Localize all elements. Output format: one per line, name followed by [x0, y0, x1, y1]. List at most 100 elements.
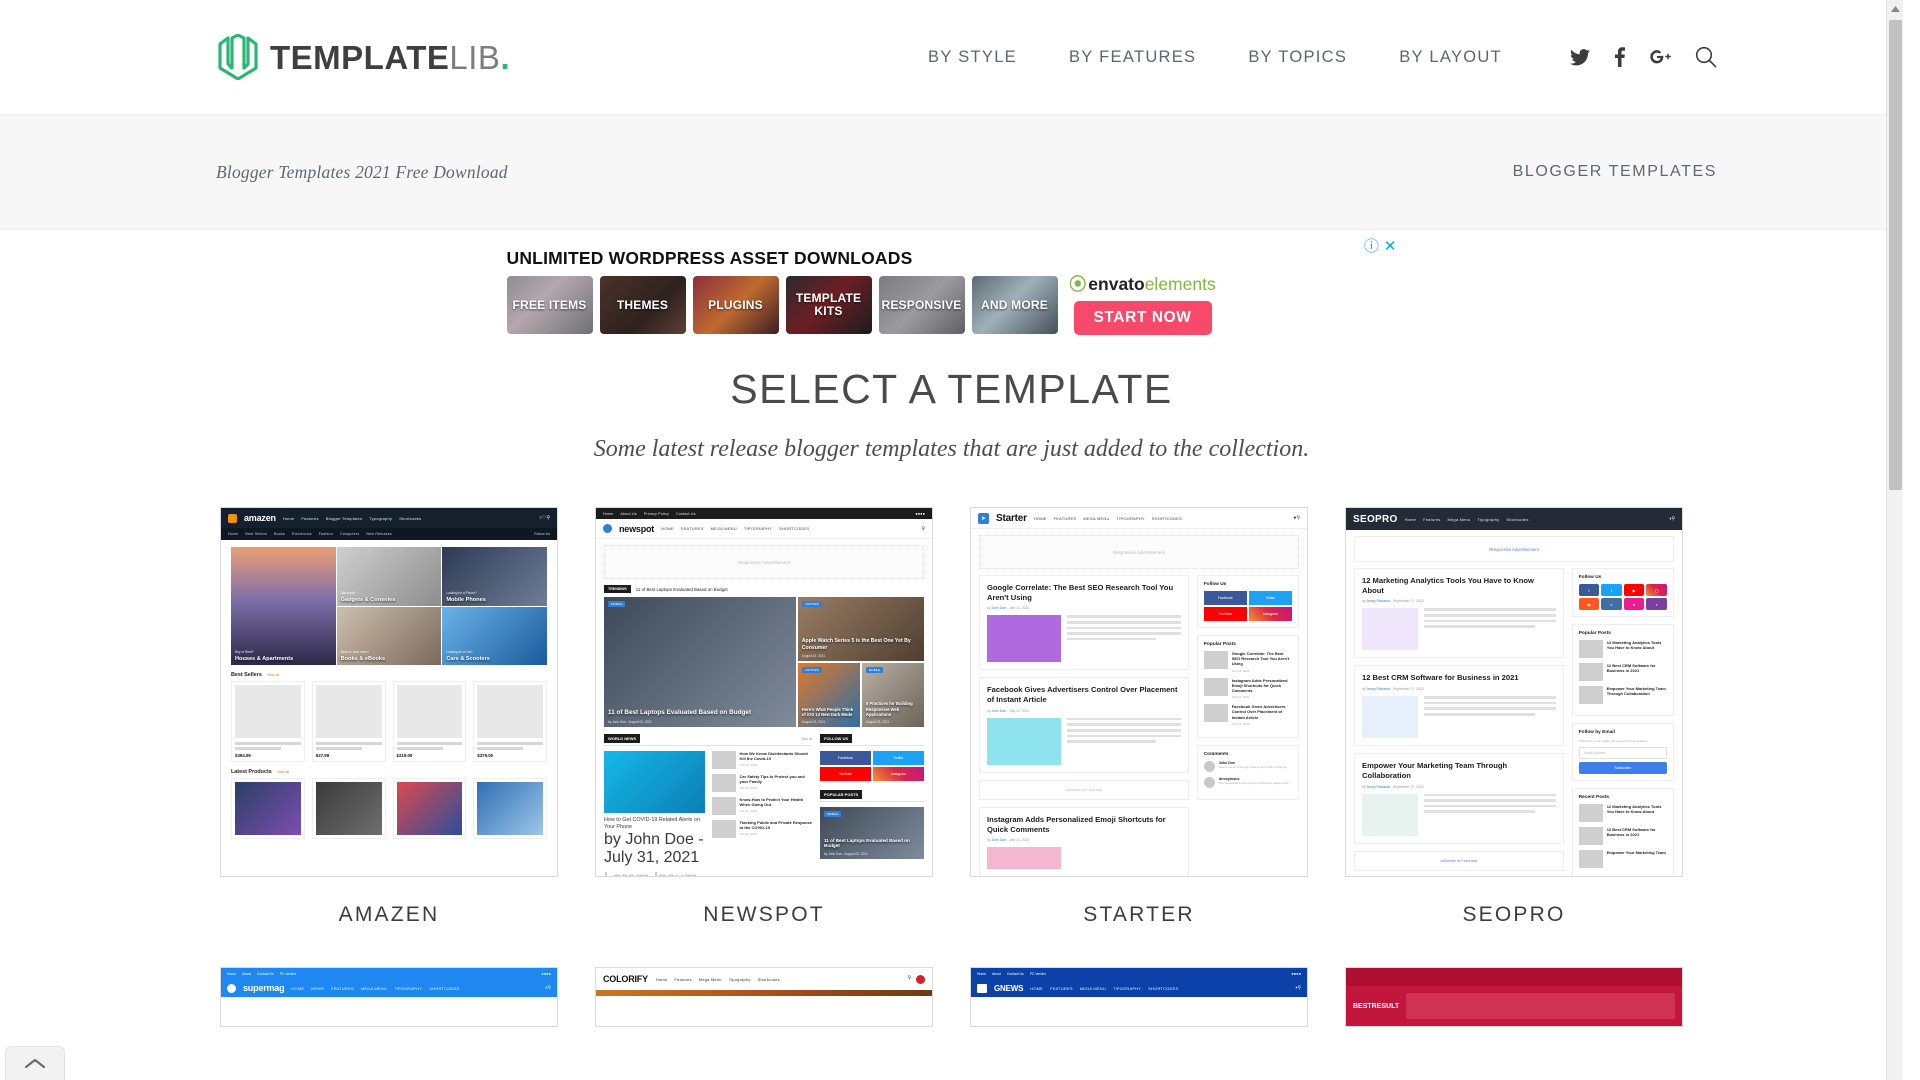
ad-tile-and-more[interactable]: AND MORE [971, 276, 1058, 334]
amazen-hero-tile-cars: Looking for a Car? Cars & Scooters [442, 606, 547, 665]
dribbble-icon: ● [1623, 598, 1645, 610]
newspot-logo-text: newspot [619, 523, 655, 534]
template-thumbnail-gnews[interactable]: Home About Contact Us PC Verdict ●●●● GN… [970, 967, 1308, 1027]
template-card-newspot[interactable]: Home About Us Privacy Policy Contact Us … [595, 507, 933, 927]
logo-text-secondary: LIB [449, 38, 501, 76]
tile-caption: Houses & Apartments [235, 656, 294, 662]
nav-item-by-style[interactable]: BY STYLE [928, 48, 1017, 67]
newspot-menu-item: MEGA MENU [710, 526, 737, 531]
scrollbar-thumb[interactable] [1889, 20, 1902, 490]
template-card-colorify[interactable]: COLORIFY Home Features Mega Menu Tipogra… [595, 967, 933, 1027]
post-excerpt [1424, 608, 1556, 650]
supermag-logo-mark [227, 983, 236, 993]
post-image [1362, 696, 1418, 739]
tile-pretitle: Buy or Rent? [235, 650, 254, 654]
newspot-world-news-header: WORLD NEWS View all [604, 734, 812, 746]
brand-name-secondary: elements [1144, 274, 1216, 294]
site-logo[interactable]: TEMPLATELIB. [216, 33, 510, 81]
facebook-icon[interactable] [1614, 47, 1626, 67]
start-now-button[interactable]: START NOW [1073, 300, 1212, 335]
template-card-starter[interactable]: ➤ Starter HOME FEATURES MEGA MENU TIPOGR… [970, 507, 1308, 927]
template-card-seopro[interactable]: SEOPRO Home Features Mega Menu Tipograph… [1345, 507, 1683, 927]
template-card-amazen[interactable]: amazen Home Features Blogger Templates T… [220, 507, 558, 927]
feature-title: How to Get COVID-19 Related Alerts on Yo… [604, 817, 700, 831]
twitter-icon[interactable] [1570, 48, 1590, 66]
template-thumbnail-supermag[interactable]: Home About Contact Us PC Verdict ●●●● su… [220, 967, 558, 1027]
supermag-menu-item: TIPOGRAPHY [393, 985, 423, 991]
template-card-bestresult[interactable]: BESTRESULT [1345, 967, 1683, 1027]
feature-image [604, 751, 705, 813]
scroll-to-top-button[interactable] [5, 1046, 65, 1080]
post-excerpt [1067, 717, 1181, 765]
facebook-button: Facebook [1203, 591, 1247, 605]
envato-ad-banner[interactable]: ⓘ ✕ UNLIMITED WORDPRESS ASSET DOWNLOADS … [506, 239, 1397, 344]
seopro-social-grid: f t ▶ ▢ ◉ v ● ▪ [1578, 584, 1667, 610]
popular-post: Facebook Gives Advertisers Control Over … [1203, 704, 1292, 726]
google-plus-icon[interactable] [1650, 48, 1671, 66]
template-thumbnail-bestresult[interactable]: BESTRESULT [1345, 967, 1683, 1027]
popular-meta: by John Doe - August 02, 2021 [824, 852, 868, 856]
brand-name-primary: envato [1088, 274, 1145, 294]
bestresult-logo-text: BESTRESULT [1353, 1002, 1400, 1010]
post-meta: by Jenny Richards - September 17, 2020 [1362, 784, 1424, 789]
template-thumbnail-amazen[interactable]: amazen Home Features Blogger Templates T… [220, 507, 558, 877]
comment-text: Lorem Ipsum is simply dummy text of the … [1218, 764, 1289, 769]
gnews-menu-item: HOME [1030, 985, 1044, 991]
amazen-header: amazen Home Features Blogger Templates T… [221, 508, 557, 528]
starter-comments: Comments John Doe Lorem Ipsum is simply d… [1196, 744, 1299, 800]
newspot-hero: MOBILE 11 of Best Laptops Evaluated Base… [604, 597, 924, 727]
tile-pretitle: Looking for a Phone? [446, 590, 477, 595]
newspot-ad-placeholder: Responsive Advertisement [604, 545, 924, 579]
sidebar-title: Follow Us [1578, 575, 1602, 580]
template-thumbnail-starter[interactable]: ➤ Starter HOME FEATURES MEGA MENU TIPOGR… [970, 507, 1308, 877]
ad-info-icon[interactable]: ⓘ [1364, 239, 1379, 254]
amazen-subnav-item: Computers [339, 532, 360, 536]
supermag-topbar-item: PC Verdict [279, 971, 296, 976]
gnews-header: GNEWS HOME FEATURES MEGA MENU TIPOGRAPHY… [971, 979, 1307, 997]
popular-post-date: July 12, 2021 [1231, 668, 1250, 673]
page-subtitle: Some latest release blogger templates th… [593, 436, 1310, 462]
ad-close-icon[interactable]: ✕ [1384, 239, 1397, 254]
nav-item-by-layout[interactable]: BY LAYOUT [1399, 48, 1502, 67]
youtube-icon: ▶ [1623, 584, 1645, 596]
starter-adsense-placeholder: AdSense In-Feed Ads [979, 779, 1189, 800]
view-all-link: View all [266, 673, 280, 677]
ad-tile-responsive[interactable]: RESPONSIVE [878, 276, 965, 334]
nav-item-by-features[interactable]: BY FEATURES [1069, 48, 1196, 67]
feature-meta: by John Doe - July 31, 2021 [604, 831, 704, 867]
starter-logo-mark: ➤ [978, 512, 989, 524]
supermag-menu-item: NEWS [311, 985, 325, 991]
popular-post-title: Google Correlate: The Best SEO Research … [1231, 651, 1290, 667]
category-chip: LAPTOPS [801, 601, 822, 607]
starter-menu-item: FEATURES [1053, 515, 1077, 521]
ad-tile-free-items[interactable]: FREE ITEMS [506, 276, 593, 334]
template-thumbnail-colorify[interactable]: COLORIFY Home Features Mega Menu Tipogra… [595, 967, 933, 1027]
bestresult-body: BESTRESULT [1346, 986, 1682, 1026]
template-thumbnail-seopro[interactable]: SEOPRO Home Features Mega Menu Tipograph… [1345, 507, 1683, 877]
ad-tile-themes[interactable]: THEMES [599, 276, 686, 334]
post-meta: by John Doe - July 12, 2021 [987, 708, 1030, 713]
mini-post: Car Safety Tips to Protect you and your … [711, 774, 813, 792]
colorify-header-icons: ⚲ [907, 974, 925, 984]
scrollbar-up-arrow[interactable] [1887, 0, 1903, 17]
template-card-gnews[interactable]: Home About Contact Us PC Verdict ●●●● GN… [970, 967, 1308, 1027]
template-card-supermag[interactable]: Home About Contact Us PC Verdict ●●●● su… [220, 967, 558, 1027]
sidebar-title: Comments [1203, 751, 1229, 757]
view-all-link: View all [276, 770, 290, 774]
newspot-topbar-item: About Us [620, 511, 637, 516]
breadcrumb-category[interactable]: BLOGGER TEMPLATES [1513, 163, 1717, 181]
search-icon[interactable] [1695, 46, 1717, 68]
post-title: Google Correlate: The Best SEO Research … [987, 583, 1174, 602]
product-price: $394.95 [235, 753, 251, 758]
facebook-icon: f [1578, 584, 1600, 596]
ad-tile-template-kits[interactable]: TEMPLATE KITS [785, 276, 872, 334]
post-title: Empower Your Marketing Team Through Coll… [1362, 761, 1508, 780]
ad-tile-plugins[interactable]: PLUGINS [692, 276, 779, 334]
nav-item-by-topics[interactable]: BY TOPICS [1248, 48, 1347, 67]
page-scrollbar[interactable] [1886, 0, 1903, 1080]
amazen-section-latest-products: Latest Products View all [231, 769, 547, 775]
template-thumbnail-newspot[interactable]: Home About Us Privacy Policy Contact Us … [595, 507, 933, 877]
popular-post: 12 Marketing Analytics Tools You Have to… [1578, 640, 1667, 658]
sidebar-title: Follow by Email [1578, 730, 1615, 735]
post-meta: by Jenny Richards - September 17, 2020 [1362, 687, 1424, 692]
